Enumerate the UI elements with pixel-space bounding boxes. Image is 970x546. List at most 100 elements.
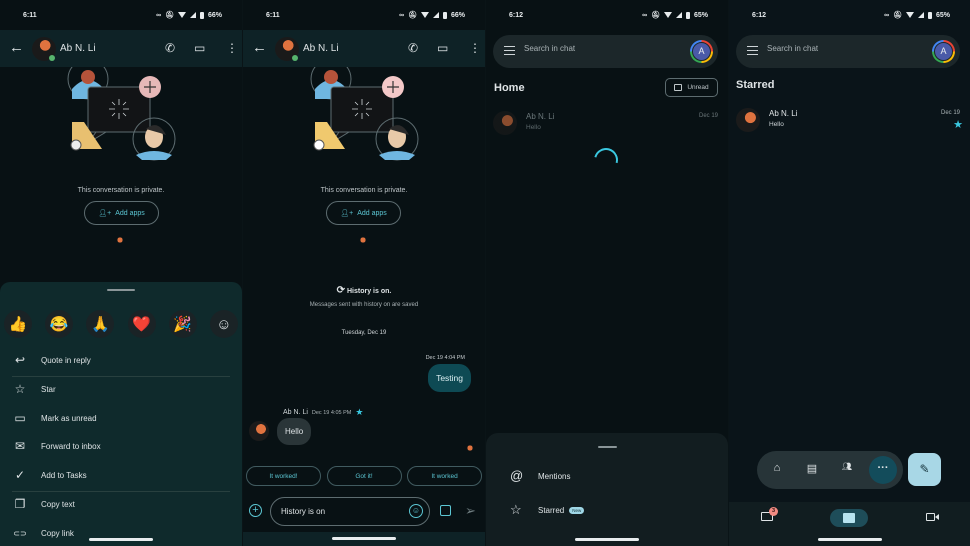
conversation-row[interactable]: Ab N. Li Hello Dec 19 xyxy=(486,108,728,138)
back-arrow-icon[interactable]: ← xyxy=(252,39,267,57)
chats-icon[interactable]: ▤ xyxy=(804,462,820,475)
send-icon[interactable]: ➢ xyxy=(465,503,476,519)
unread-icon xyxy=(674,84,683,91)
sheet-item-mentions[interactable]: @ Mentions xyxy=(486,463,728,489)
conversation-row[interactable]: Ab N. Li Hello Dec 19 ★ xyxy=(729,105,970,135)
contact-avatar[interactable] xyxy=(275,37,299,61)
home-list-panel: 6:12 ∞ 🔕︎ 65% A Home Unread Ab N. Li Hel… xyxy=(486,0,728,546)
link-status-icon: ∞ xyxy=(156,11,162,19)
phone-icon[interactable]: ✆ xyxy=(165,40,175,56)
conversation-avatar xyxy=(493,111,517,135)
conversation-avatar xyxy=(736,108,760,132)
wifi-icon xyxy=(177,12,186,18)
reaction-pray[interactable]: 🙏 xyxy=(86,310,115,338)
conversation-preview: Hello xyxy=(526,124,541,131)
wifi-icon xyxy=(905,12,914,18)
reaction-heart[interactable]: ❤️ xyxy=(127,310,156,338)
loading-spinner xyxy=(589,143,623,177)
phone-icon[interactable]: ✆ xyxy=(408,40,418,56)
menu-copy-text[interactable]: ❐ Copy text xyxy=(0,490,242,518)
mute-icon: 🔕︎ xyxy=(165,12,174,19)
smart-reply-chip[interactable]: It worked xyxy=(407,466,482,486)
search-input[interactable] xyxy=(524,44,644,53)
chat-icon xyxy=(843,513,855,523)
starred-star-icon: ★ xyxy=(953,119,963,131)
reaction-joy[interactable]: 😂 xyxy=(45,310,74,338)
private-conversation-illustration xyxy=(310,67,419,161)
more-vert-icon[interactable]: ⋮ xyxy=(226,40,238,56)
menu-label: Copy link xyxy=(41,528,74,538)
forward-mail-icon: ✉ xyxy=(14,439,26,453)
chat-options-panel: 6:11 ∞ 🔕︎ 66% ← Ab N. Li ✆ ▭ ⋮ This conv… xyxy=(0,0,242,546)
battery-level: 66% xyxy=(450,11,465,19)
history-icon: ⟳ xyxy=(336,285,346,296)
new-chat-button[interactable]: ✎ xyxy=(908,453,941,486)
outgoing-message[interactable]: Testing xyxy=(428,364,471,392)
menu-icon[interactable] xyxy=(504,46,515,55)
link-status-icon: ∞ xyxy=(642,11,648,19)
account-avatar[interactable]: A xyxy=(932,40,955,63)
status-bar: 6:12 ∞ 🔕︎ 65% xyxy=(729,0,970,30)
menu-star[interactable]: ☆ Star xyxy=(0,375,242,403)
emoji-icon[interactable]: ☺ xyxy=(409,504,423,518)
spaces-icon[interactable]: 👥︎ xyxy=(839,462,855,471)
search-bar: A xyxy=(736,35,960,68)
link-icon: ⊂⊃ xyxy=(13,528,27,538)
status-bar: 6:11 ∞ 🔕︎ 66% xyxy=(243,0,485,30)
video-call-icon[interactable]: ▭ xyxy=(437,40,448,56)
add-apps-button[interactable]: 👤︎+ Add apps xyxy=(84,201,159,225)
add-attachment-icon[interactable]: + xyxy=(249,504,262,517)
more-icon[interactable]: ··· xyxy=(869,456,897,484)
reaction-party[interactable]: 🎉 xyxy=(168,310,197,338)
wifi-icon xyxy=(663,12,672,18)
add-apps-label: Add apps xyxy=(357,209,387,217)
starred-label: Starred xyxy=(538,506,565,515)
add-apps-label: Add apps xyxy=(115,209,145,217)
incoming-sender-line: Ab N. Li Dec 19 4:05 PM ★ xyxy=(283,407,363,418)
incoming-message[interactable]: Hello xyxy=(277,418,312,445)
chat-conversation-panel: 6:11 ∞ 🔕︎ 66% ← Ab N. Li ✆ ▭ ⋮ This conv… xyxy=(243,0,485,546)
menu-quote-in-reply[interactable]: ↩ Quote in reply xyxy=(0,346,242,374)
menu-icon[interactable] xyxy=(747,46,758,55)
back-arrow-icon[interactable]: ← xyxy=(9,39,24,57)
meet-tab-icon[interactable] xyxy=(926,513,935,521)
smart-reply-chip[interactable]: It worked! xyxy=(246,466,321,486)
image-upload-icon[interactable] xyxy=(440,505,451,516)
message-input[interactable] xyxy=(281,507,401,516)
chat-tab-active[interactable] xyxy=(830,509,868,527)
menu-forward-to-inbox[interactable]: ✉ Forward to inbox xyxy=(0,432,242,460)
menu-add-to-tasks[interactable]: ✓ Add to Tasks xyxy=(0,461,242,489)
sheet-drag-handle[interactable] xyxy=(107,289,135,291)
message-actions-sheet: 👍 😂 🙏 ❤️ 🎉 ☺ ↩ Quote in reply ☆ Star ▭ M… xyxy=(0,282,242,546)
unread-filter-button[interactable]: Unread xyxy=(665,78,718,97)
more-vert-icon[interactable]: ⋮ xyxy=(469,40,481,56)
menu-mark-as-unread[interactable]: ▭ Mark as unread xyxy=(0,404,242,432)
read-receipt-avatar xyxy=(464,444,474,454)
contact-name[interactable]: Ab N. Li xyxy=(60,43,96,54)
gesture-bar xyxy=(817,538,882,541)
status-time: 6:11 xyxy=(266,12,280,19)
account-avatar[interactable]: A xyxy=(690,40,713,63)
conversation-date: Dec 19 xyxy=(698,113,718,119)
mute-icon: 🔕︎ xyxy=(651,12,660,19)
smart-reply-chip[interactable]: Got it! xyxy=(326,466,402,486)
sheet-drag-handle[interactable] xyxy=(598,446,617,448)
sheet-item-label: Mentions xyxy=(538,472,571,481)
add-reaction-icon[interactable]: ☺ xyxy=(209,310,238,338)
sender-avatar[interactable] xyxy=(249,421,269,441)
video-call-icon[interactable]: ▭ xyxy=(194,40,205,56)
contact-name[interactable]: Ab N. Li xyxy=(303,43,339,54)
search-input[interactable] xyxy=(767,44,887,53)
history-title: History is on. xyxy=(347,288,392,295)
reaction-thumbs-up[interactable]: 👍 xyxy=(4,310,32,338)
battery-level: 65% xyxy=(693,11,708,19)
menu-copy-link[interactable]: ⊂⊃ Copy link xyxy=(0,519,242,546)
history-status: ⟳ History is on. xyxy=(243,285,485,296)
contact-avatar[interactable] xyxy=(32,37,56,61)
home-icon[interactable]: ⌂ xyxy=(769,462,785,474)
incoming-timestamp: Dec 19 4:05 PM xyxy=(311,409,352,416)
add-apps-button[interactable]: 👤︎+ Add apps xyxy=(326,201,401,225)
status-time: 6:12 xyxy=(752,12,767,19)
signal-icon xyxy=(189,12,196,18)
sheet-item-starred[interactable]: ☆ Starred New xyxy=(486,497,728,523)
